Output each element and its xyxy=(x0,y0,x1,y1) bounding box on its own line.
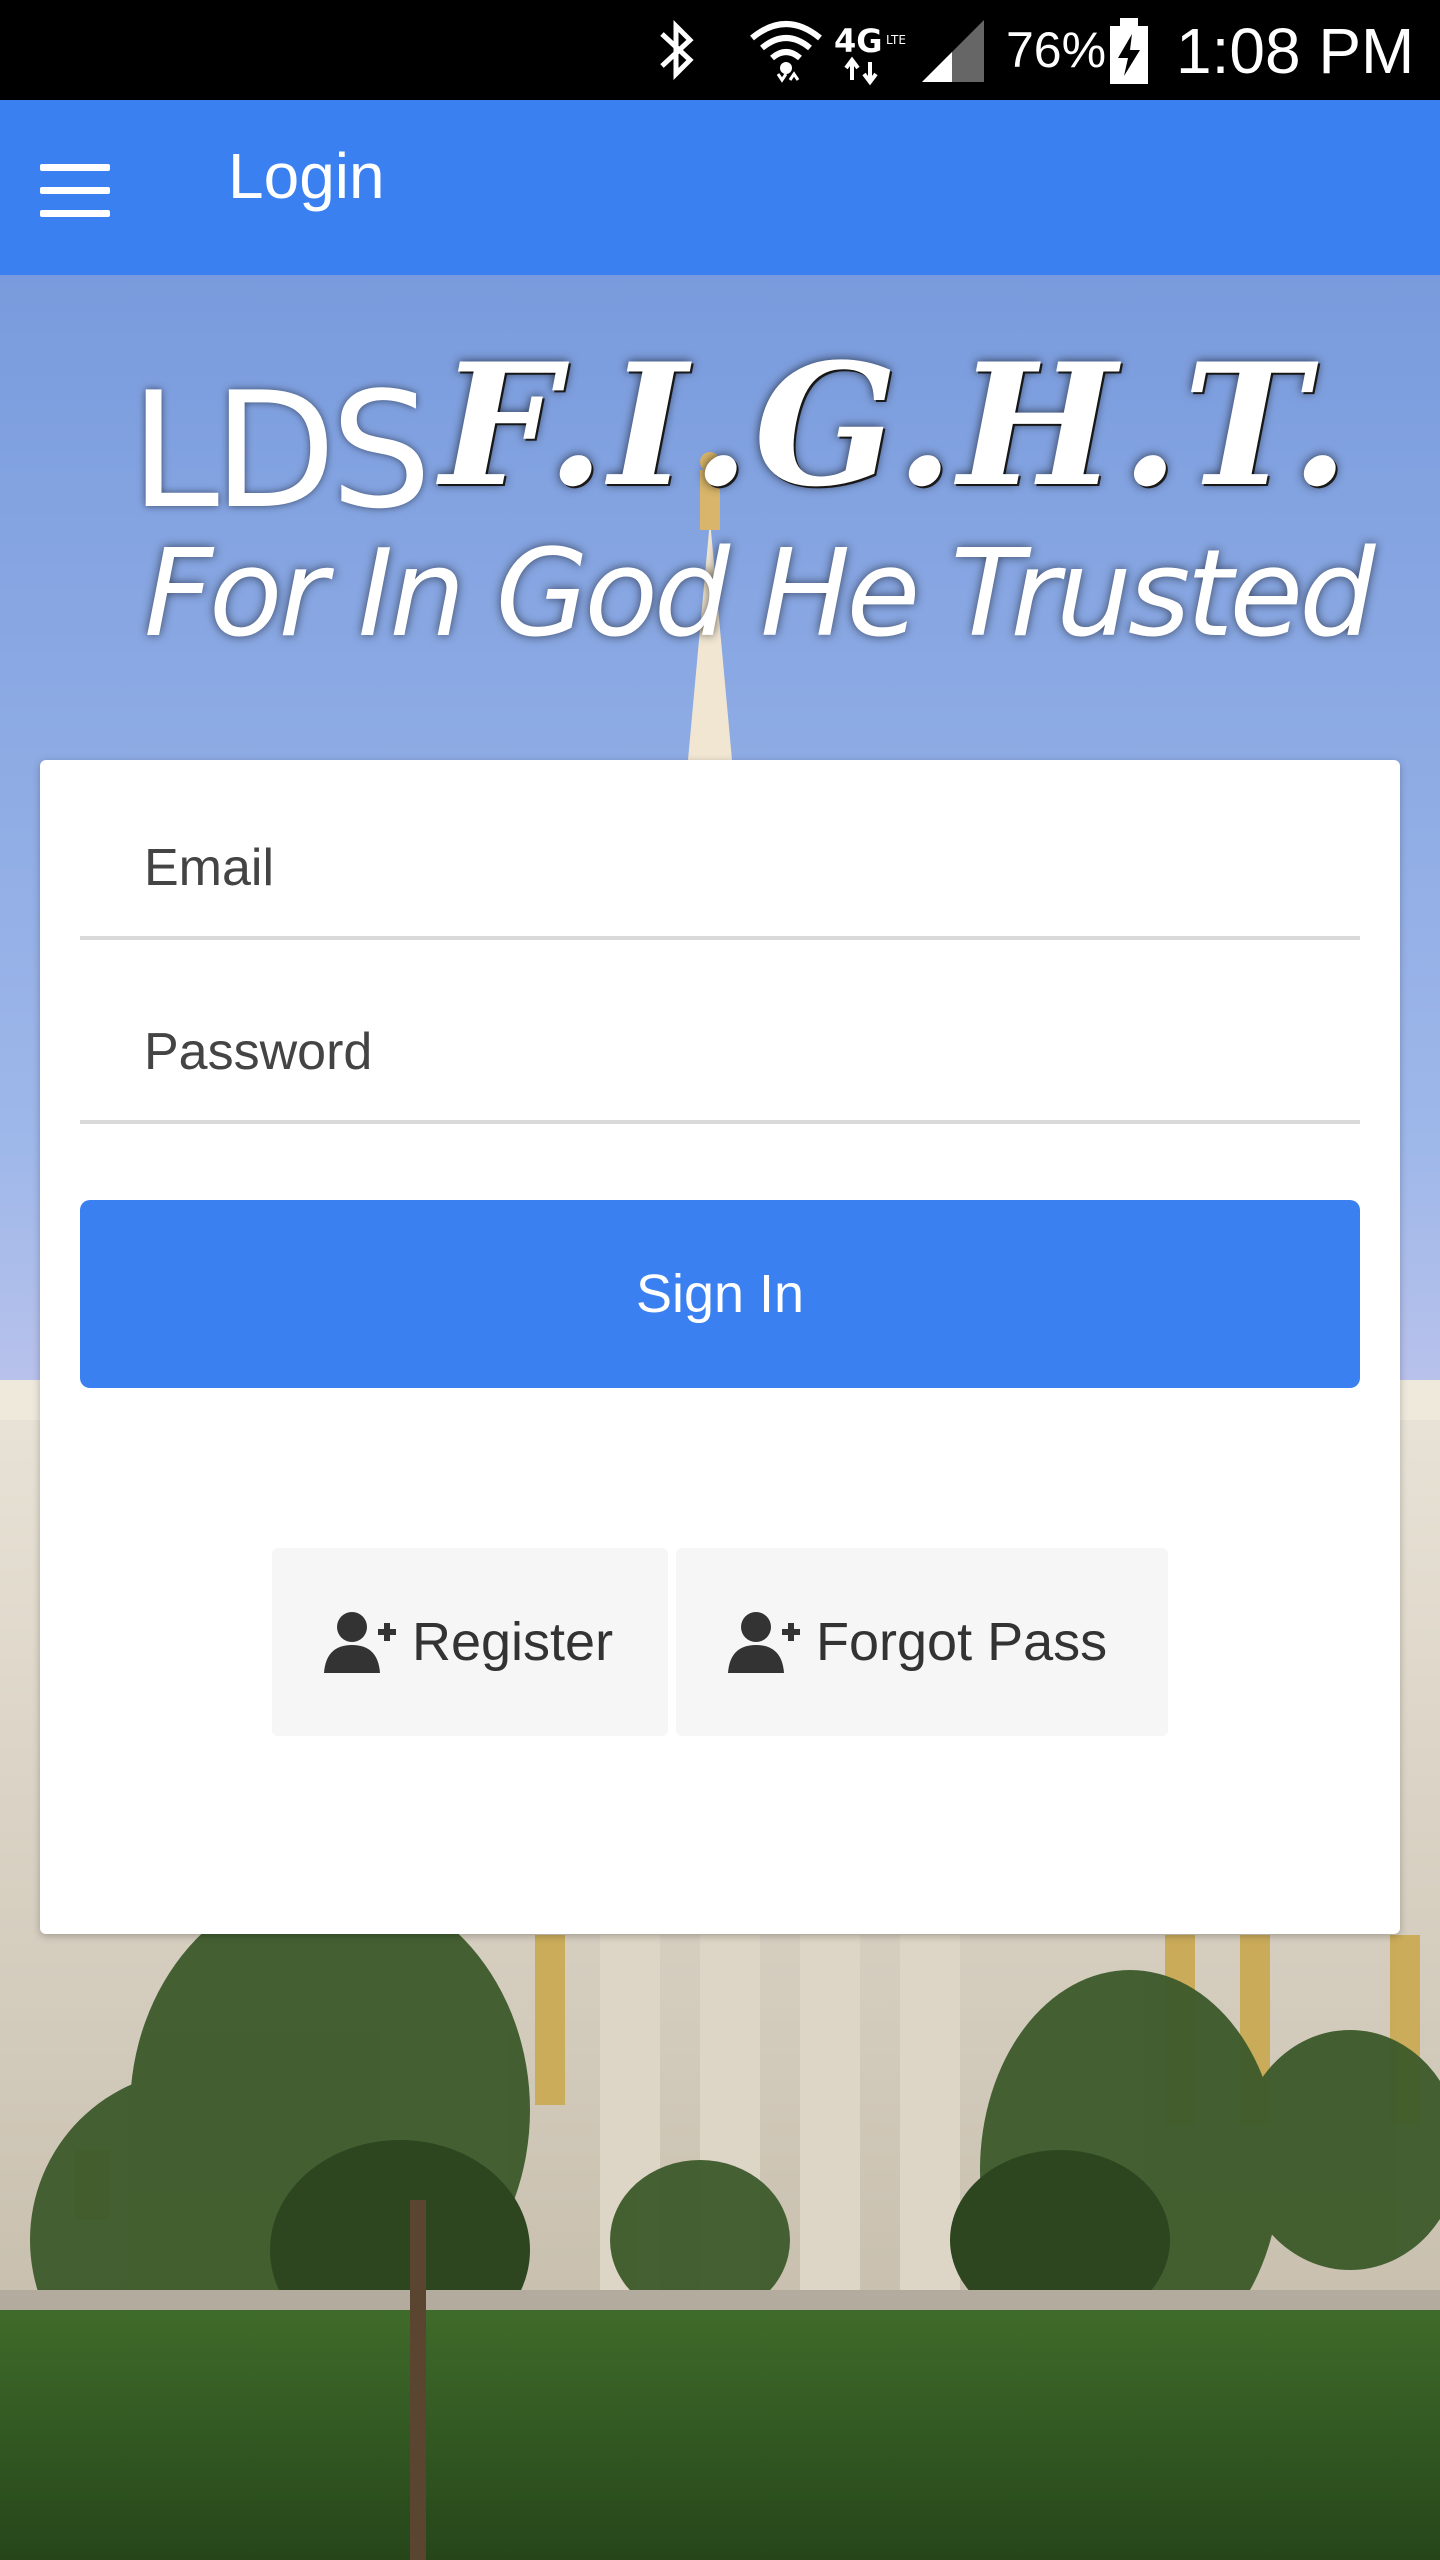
lte-4g-icon: 4G LTE xyxy=(834,22,906,86)
app-bar: Login xyxy=(0,100,1440,275)
svg-text:LTE: LTE xyxy=(886,33,906,47)
bluetooth-icon xyxy=(660,19,694,81)
login-card: Sign In Register Forgot Pass xyxy=(40,760,1400,1934)
logo-prefix: LDS xyxy=(130,357,432,544)
register-label: Register xyxy=(412,1612,614,1672)
email-field xyxy=(80,800,1360,940)
battery-percentage: 76% xyxy=(1006,22,1107,78)
status-bar: 4G LTE 76% 1:08 PM xyxy=(0,0,1440,100)
signal-icon xyxy=(922,20,984,82)
forgot-password-label: Forgot Pass xyxy=(816,1612,1108,1672)
sign-in-button[interactable]: Sign In xyxy=(80,1200,1360,1388)
svg-text:4G: 4G xyxy=(834,22,883,60)
forgot-password-button[interactable]: Forgot Pass xyxy=(676,1548,1168,1736)
logo-name: F.I.G.H.T. xyxy=(440,326,1353,524)
page-title: Login xyxy=(228,140,385,212)
register-button[interactable]: Register xyxy=(272,1548,668,1736)
status-clock: 1:08 PM xyxy=(1176,15,1415,87)
password-input[interactable] xyxy=(80,984,1360,1120)
logo-tagline: For In God He Trusted xyxy=(144,525,1375,664)
add-user-icon xyxy=(324,1612,396,1673)
hamburger-menu-icon[interactable] xyxy=(28,152,120,232)
wifi-icon xyxy=(750,21,822,83)
login-screen: 4G LTE 76% 1:08 PM Login LDS F.I.G.H.T. … xyxy=(0,0,1440,2560)
password-field xyxy=(80,984,1360,1124)
app-logo: LDS F.I.G.H.T. For In God He Trusted xyxy=(130,330,1375,670)
email-input[interactable] xyxy=(80,800,1360,936)
add-user-icon xyxy=(728,1612,800,1673)
battery-charging-icon xyxy=(1110,18,1148,84)
